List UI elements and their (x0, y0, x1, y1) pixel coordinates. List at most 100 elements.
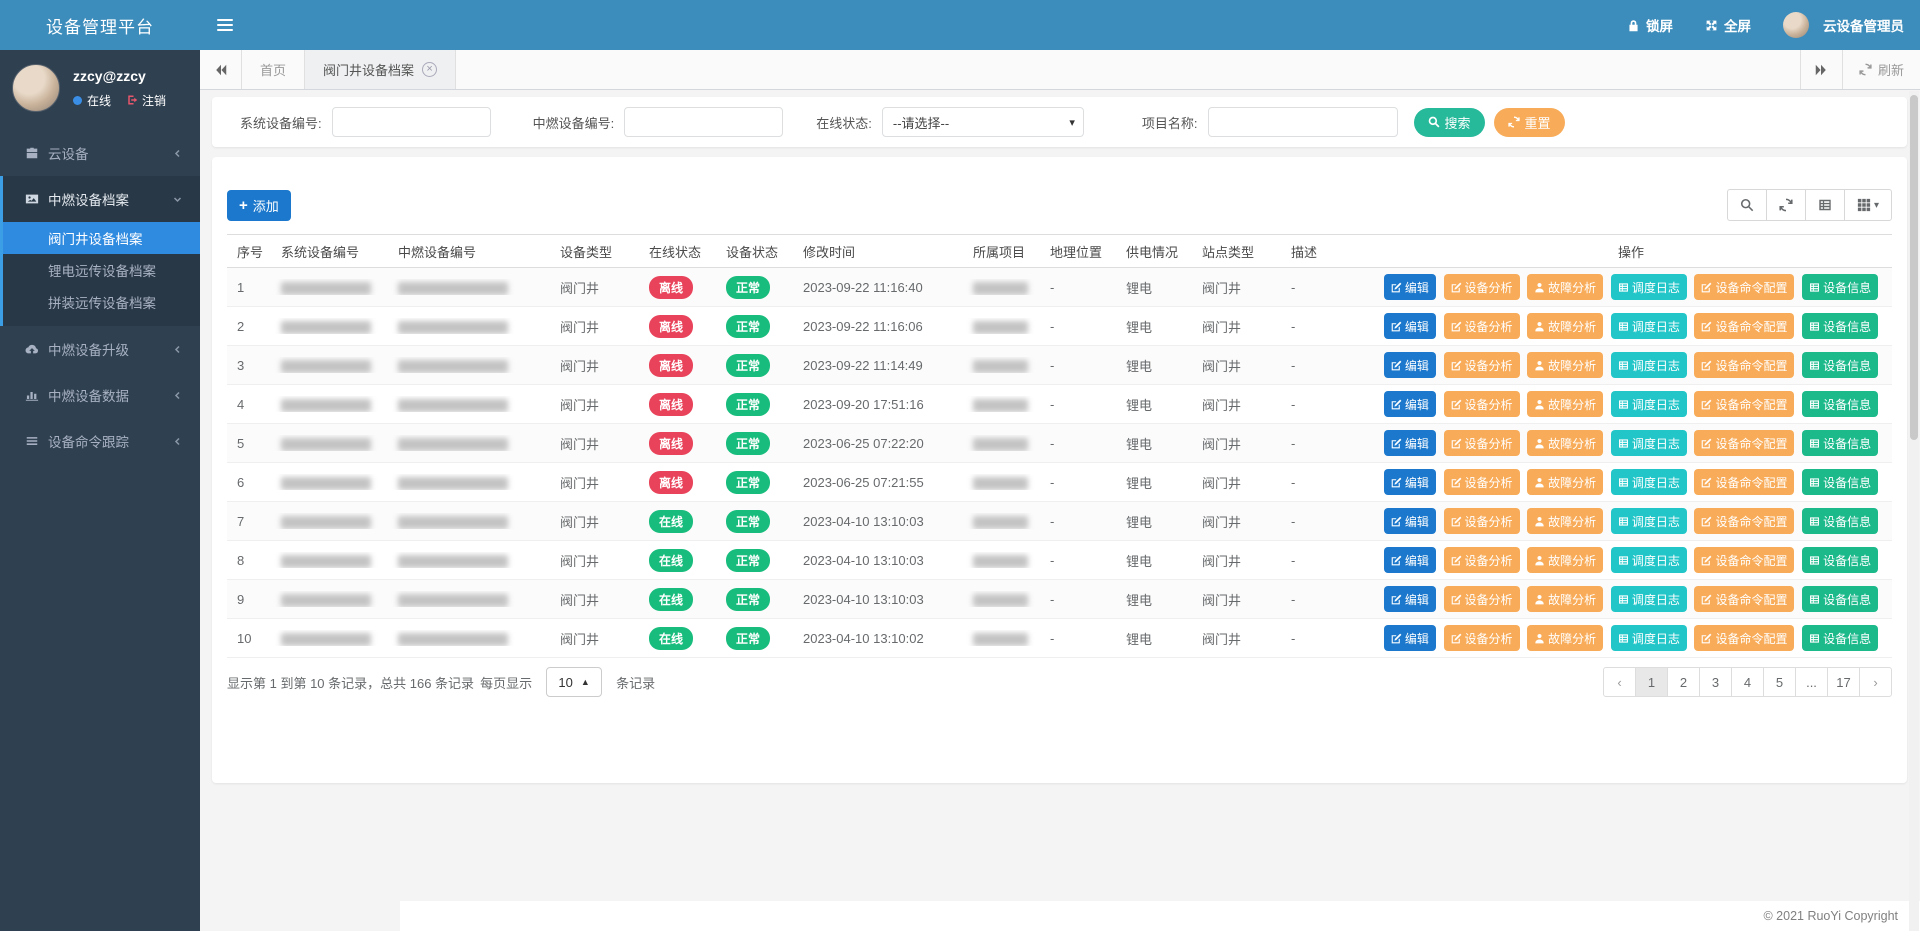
device-command-config-button[interactable]: 设备命令配置 (1694, 391, 1794, 417)
device-analysis-button[interactable]: 设备分析 (1444, 469, 1520, 495)
prev-page-button[interactable]: ‹ (1603, 667, 1636, 697)
device-info-button[interactable]: 设备信息 (1802, 547, 1878, 573)
device-analysis-button[interactable]: 设备分析 (1444, 547, 1520, 573)
device-info-button[interactable]: 设备信息 (1802, 625, 1878, 651)
tabs-scroll-left-icon[interactable] (200, 50, 242, 89)
dispatch-log-button[interactable]: 调度日志 (1611, 469, 1687, 495)
close-tab-icon[interactable]: × (422, 62, 437, 77)
logout-link[interactable]: 注销 (126, 92, 166, 109)
dispatch-log-button[interactable]: 调度日志 (1611, 508, 1687, 534)
device-info-button[interactable]: 设备信息 (1802, 391, 1878, 417)
page-button[interactable]: 17 (1827, 667, 1860, 697)
device-analysis-button[interactable]: 设备分析 (1444, 391, 1520, 417)
table-detail-view-button[interactable] (1805, 189, 1845, 221)
lock-screen-button[interactable]: 锁屏 (1611, 0, 1689, 50)
fault-analysis-button[interactable]: 故障分析 (1527, 391, 1603, 417)
edit-button[interactable]: 编辑 (1384, 391, 1436, 417)
dispatch-log-button[interactable]: 调度日志 (1611, 430, 1687, 456)
device-info-button[interactable]: 设备信息 (1802, 508, 1878, 534)
fault-analysis-button[interactable]: 故障分析 (1527, 313, 1603, 339)
page-button[interactable]: 5 (1763, 667, 1796, 697)
cn-device-no-input[interactable] (624, 107, 783, 137)
device-info-button[interactable]: 设备信息 (1802, 469, 1878, 495)
device-info-button[interactable]: 设备信息 (1802, 430, 1878, 456)
next-page-button[interactable]: › (1859, 667, 1892, 697)
fault-analysis-button[interactable]: 故障分析 (1527, 352, 1603, 378)
device-command-config-button[interactable]: 设备命令配置 (1694, 430, 1794, 456)
dispatch-log-button[interactable]: 调度日志 (1611, 313, 1687, 339)
device-command-config-button[interactable]: 设备命令配置 (1694, 469, 1794, 495)
sidebar-item-assembled-remote-archive[interactable]: 拼装远传设备档案 (3, 286, 200, 318)
sidebar-item-device-upgrade[interactable]: 中燃设备升级 (0, 326, 200, 372)
page-button[interactable]: 1 (1635, 667, 1668, 697)
page-size-select[interactable]: 10 ▲ (546, 667, 602, 697)
user-menu[interactable]: 云设备管理员 (1767, 0, 1920, 50)
edit-button[interactable]: 编辑 (1384, 469, 1436, 495)
reset-button[interactable]: 重置 (1494, 108, 1565, 137)
device-command-config-button[interactable]: 设备命令配置 (1694, 625, 1794, 651)
vertical-scrollbar[interactable] (1909, 91, 1919, 931)
device-analysis-button[interactable]: 设备分析 (1444, 625, 1520, 651)
table-search-toggle-button[interactable] (1727, 189, 1767, 221)
device-analysis-button[interactable]: 设备分析 (1444, 586, 1520, 612)
edit-button[interactable]: 编辑 (1384, 625, 1436, 651)
sidebar-item-device-data[interactable]: 中燃设备数据 (0, 372, 200, 418)
tabs-scroll-right-icon[interactable] (1800, 50, 1842, 89)
fault-analysis-button[interactable]: 故障分析 (1527, 469, 1603, 495)
device-command-config-button[interactable]: 设备命令配置 (1694, 352, 1794, 378)
device-analysis-button[interactable]: 设备分析 (1444, 274, 1520, 300)
edit-button[interactable]: 编辑 (1384, 547, 1436, 573)
page-button[interactable]: 4 (1731, 667, 1764, 697)
sidebar-item-cloud-device[interactable]: 云设备 (0, 130, 200, 176)
fault-analysis-button[interactable]: 故障分析 (1527, 625, 1603, 651)
device-info-button[interactable]: 设备信息 (1802, 352, 1878, 378)
device-info-button[interactable]: 设备信息 (1802, 313, 1878, 339)
sidebar-item-command-tracking[interactable]: 设备命令跟踪 (0, 418, 200, 464)
tab-home[interactable]: 首页 (242, 50, 305, 89)
dispatch-log-button[interactable]: 调度日志 (1611, 586, 1687, 612)
project-name-input[interactable] (1208, 107, 1398, 137)
device-command-config-button[interactable]: 设备命令配置 (1694, 274, 1794, 300)
fault-analysis-button[interactable]: 故障分析 (1527, 547, 1603, 573)
edit-button[interactable]: 编辑 (1384, 508, 1436, 534)
fault-analysis-button[interactable]: 故障分析 (1527, 274, 1603, 300)
sidebar-item-cn-device-archive[interactable]: 中燃设备档案 (3, 176, 200, 222)
table-columns-button[interactable]: ▾ (1844, 189, 1892, 221)
edit-button[interactable]: 编辑 (1384, 586, 1436, 612)
fault-analysis-button[interactable]: 故障分析 (1527, 430, 1603, 456)
dispatch-log-button[interactable]: 调度日志 (1611, 625, 1687, 651)
dispatch-log-button[interactable]: 调度日志 (1611, 391, 1687, 417)
online-status-select[interactable]: --请选择-- ▾ (882, 107, 1084, 137)
fault-analysis-button[interactable]: 故障分析 (1527, 508, 1603, 534)
device-info-button[interactable]: 设备信息 (1802, 586, 1878, 612)
page-button[interactable]: 3 (1699, 667, 1732, 697)
sidebar-item-valve-well-archive[interactable]: 阀门井设备档案 (3, 222, 200, 254)
edit-button[interactable]: 编辑 (1384, 313, 1436, 339)
device-analysis-button[interactable]: 设备分析 (1444, 508, 1520, 534)
search-button[interactable]: 搜索 (1414, 108, 1485, 137)
page-ellipsis[interactable]: ... (1795, 667, 1828, 697)
device-command-config-button[interactable]: 设备命令配置 (1694, 313, 1794, 339)
device-command-config-button[interactable]: 设备命令配置 (1694, 508, 1794, 534)
sidebar-item-lithium-remote-archive[interactable]: 锂电远传设备档案 (3, 254, 200, 286)
device-command-config-button[interactable]: 设备命令配置 (1694, 547, 1794, 573)
system-device-no-input[interactable] (332, 107, 491, 137)
device-analysis-button[interactable]: 设备分析 (1444, 352, 1520, 378)
tab-valve-well-archive[interactable]: 阀门井设备档案 × (305, 50, 456, 89)
device-analysis-button[interactable]: 设备分析 (1444, 313, 1520, 339)
fullscreen-button[interactable]: 全屏 (1689, 0, 1767, 50)
add-button[interactable]: +添加 (227, 190, 291, 221)
dispatch-log-button[interactable]: 调度日志 (1611, 274, 1687, 300)
edit-button[interactable]: 编辑 (1384, 352, 1436, 378)
table-refresh-button[interactable] (1766, 189, 1806, 221)
page-button[interactable]: 2 (1667, 667, 1700, 697)
dispatch-log-button[interactable]: 调度日志 (1611, 352, 1687, 378)
scrollbar-thumb[interactable] (1910, 95, 1918, 440)
device-analysis-button[interactable]: 设备分析 (1444, 430, 1520, 456)
refresh-tab-button[interactable]: 刷新 (1842, 50, 1920, 89)
sidebar-toggle-icon[interactable] (200, 0, 250, 50)
device-command-config-button[interactable]: 设备命令配置 (1694, 586, 1794, 612)
edit-button[interactable]: 编辑 (1384, 430, 1436, 456)
edit-button[interactable]: 编辑 (1384, 274, 1436, 300)
fault-analysis-button[interactable]: 故障分析 (1527, 586, 1603, 612)
